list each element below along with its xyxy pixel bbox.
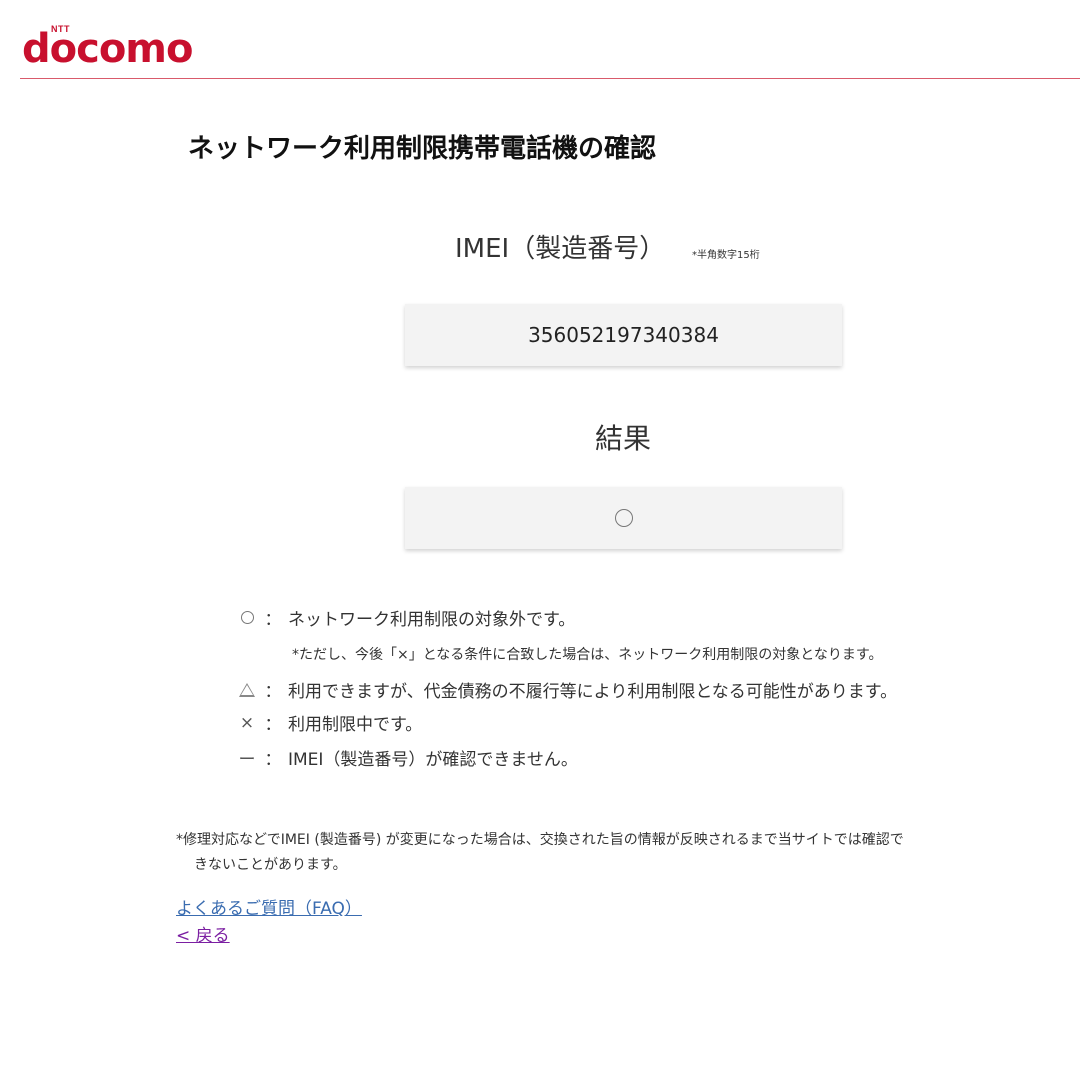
legend-item-circle: ： ネットワーク利用制限の対象外です。 (236, 605, 575, 630)
legend-text: 利用制限中です。 (288, 715, 423, 735)
legend-colon: ： (264, 610, 282, 630)
result-label: 結果 (595, 422, 652, 455)
legend-item-cross: × ： 利用制限中です。 (236, 710, 423, 736)
legend-colon: ： (264, 750, 282, 770)
footnote-line-1: *修理対応などでIMEI (製造番号) が変更になった場合は、交換された旨の情報… (176, 832, 904, 848)
legend-text: ネットワーク利用制限の対象外です。 (288, 610, 576, 630)
legend-item-dash: ー ： IMEI（製造番号）が確認できません。 (236, 745, 578, 770)
legend-item-triangle: ： 利用できますが、代金債務の不履行等により利用制限となる可能性があります。 (236, 677, 897, 702)
circle-icon (236, 611, 258, 624)
docomo-logo-text: docomo (22, 26, 193, 72)
imei-value-box: 356052197340384 (405, 304, 842, 366)
legend-colon: ： (264, 682, 282, 702)
triangle-icon (236, 682, 258, 697)
faq-link[interactable]: よくあるご質問（FAQ） (176, 894, 362, 919)
result-value-box (405, 487, 842, 549)
cross-icon: × (239, 712, 255, 733)
footnote-line-2: きないことがあります。 (194, 857, 347, 873)
legend-circle-note: *ただし、今後「×」となる条件に合致した場合は、ネットワーク利用制限の対象となり… (292, 647, 883, 663)
page-title: ネットワーク利用制限携帯電話機の確認 (188, 134, 657, 164)
dash-icon: ー (238, 750, 256, 770)
imei-value: 356052197340384 (528, 323, 719, 347)
header-divider (20, 78, 1080, 79)
imei-format-note: *半角数字15桁 (692, 250, 760, 261)
circle-icon (614, 509, 633, 527)
legend-text: 利用できますが、代金債務の不履行等により利用制限となる可能性があります。 (288, 682, 898, 702)
footnote: *修理対応などでIMEI (製造番号) が変更になった場合は、交換された旨の情報… (176, 828, 1076, 878)
legend-colon: ： (264, 715, 282, 735)
imei-label: IMEI（製造番号） (455, 234, 666, 264)
legend-text: IMEI（製造番号）が確認できません。 (288, 750, 578, 770)
back-link[interactable]: < 戻る (176, 921, 230, 946)
